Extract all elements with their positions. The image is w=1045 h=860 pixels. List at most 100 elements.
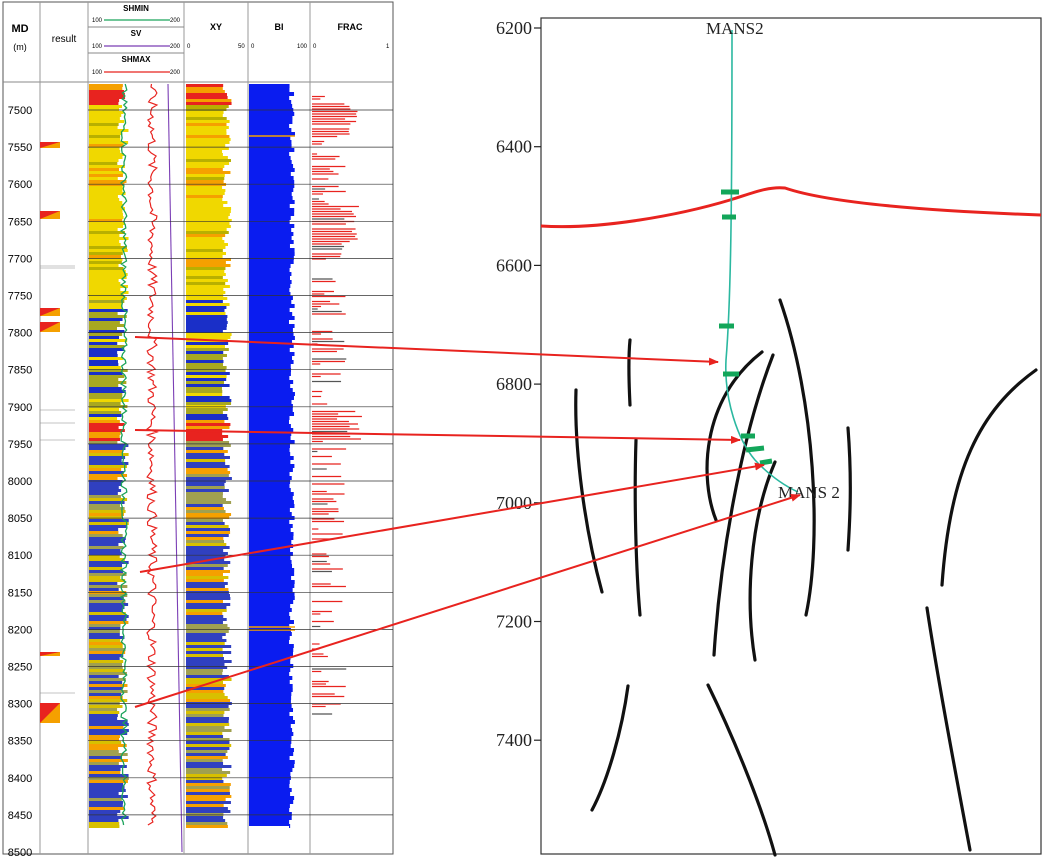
bi-fill (289, 220, 290, 224)
md-tick-label: 8350 (8, 736, 32, 748)
bi-fill (289, 564, 293, 568)
lithology-band (89, 423, 125, 426)
xy-band (186, 165, 225, 168)
shmax-label: SHMAX (122, 55, 152, 64)
xy-band (186, 501, 232, 504)
xy-band (186, 648, 223, 651)
well-label-top: MANS2 (706, 19, 764, 38)
xy-band (186, 624, 228, 627)
lithology-band (89, 567, 123, 570)
xy-band (186, 699, 231, 702)
lithology-band (89, 312, 118, 315)
lithology-band (89, 300, 125, 303)
bi-fill (289, 380, 294, 384)
lithology-band (89, 273, 128, 276)
bi-fill (289, 800, 294, 804)
bi-fill (289, 772, 291, 776)
lithology-band (89, 468, 122, 471)
xy-band (186, 375, 227, 378)
bi-fill (289, 524, 293, 528)
lithology-band (89, 672, 127, 675)
xy-band (186, 435, 229, 438)
bi-fill (289, 236, 292, 240)
xy-band (186, 120, 230, 123)
bi-fill (289, 300, 292, 304)
xy-band (186, 156, 228, 159)
xy-band (186, 669, 223, 672)
xy-band (186, 117, 227, 120)
well-marker (745, 445, 765, 453)
bi-fill (289, 668, 291, 672)
md-tick-label: 7600 (8, 179, 32, 191)
lithology-band (89, 534, 123, 537)
lithology-band (89, 216, 124, 219)
bi-fill (289, 436, 291, 440)
bi-fill (289, 280, 292, 284)
xy-band (186, 531, 231, 534)
lithology-band (89, 288, 121, 291)
section-tick-label: 6800 (496, 374, 532, 394)
lithology-band (89, 84, 123, 87)
xy-band (186, 186, 223, 189)
bi-fill (289, 364, 291, 368)
xy-band (186, 489, 229, 492)
lithology-band (89, 132, 123, 135)
xy-band (186, 237, 223, 240)
xy-band (186, 546, 230, 549)
lithology-band (89, 570, 124, 573)
lithology-band (89, 459, 122, 462)
xy-band (186, 573, 223, 576)
bi-fill (289, 508, 290, 512)
md-tick-label: 7750 (8, 291, 32, 303)
lithology-band (89, 387, 122, 390)
xy-band (186, 132, 227, 135)
xy-band (186, 621, 223, 624)
xy-band (186, 723, 230, 726)
lithology-band (89, 735, 120, 738)
bi-fill (289, 760, 295, 764)
xy-band (186, 597, 231, 600)
lithology-band (89, 348, 125, 351)
xy-band (186, 225, 231, 228)
lithology-band (89, 372, 123, 375)
xy-band (186, 807, 228, 810)
lithology-band (89, 426, 119, 429)
result-header: result (52, 34, 77, 45)
xy-band (186, 276, 223, 279)
xy-band (186, 279, 228, 282)
xy-band (186, 153, 223, 156)
xy-band (186, 477, 232, 480)
xy-band (186, 822, 228, 825)
sv-scale-max: 200 (170, 44, 181, 50)
lithology-band (89, 825, 120, 828)
bi-fill (289, 716, 294, 720)
lithology-band (89, 393, 123, 396)
lithology-band (89, 417, 118, 420)
xy-band (186, 105, 229, 108)
bi-fill (289, 644, 294, 648)
bi-fill (289, 748, 294, 752)
xy-band (186, 363, 224, 366)
figure-canvas: MD (m) result SHMIN 100 200 SV 100 200 S… (2, 1, 1042, 859)
bi-fill (289, 452, 291, 456)
lithology-band (89, 318, 123, 321)
xy-band (186, 174, 225, 177)
xy-band (186, 459, 226, 462)
bi-fill (289, 492, 294, 496)
bi-fill (289, 692, 292, 696)
bi-fill (289, 372, 291, 376)
lithology-band (89, 435, 120, 438)
xy-band (186, 714, 224, 717)
xy-band (186, 234, 226, 237)
bi-fill (289, 588, 293, 592)
lithology-band (89, 105, 123, 108)
bi-fill (289, 352, 295, 356)
bi-fill (289, 696, 292, 700)
xy-band (186, 312, 226, 315)
section-tick-label: 7200 (496, 612, 532, 632)
bi-fill (289, 256, 294, 260)
shmin-scale-min: 100 (92, 18, 103, 24)
lithology-band (89, 576, 121, 579)
xy-band (186, 201, 228, 204)
lithology-band (89, 546, 124, 549)
